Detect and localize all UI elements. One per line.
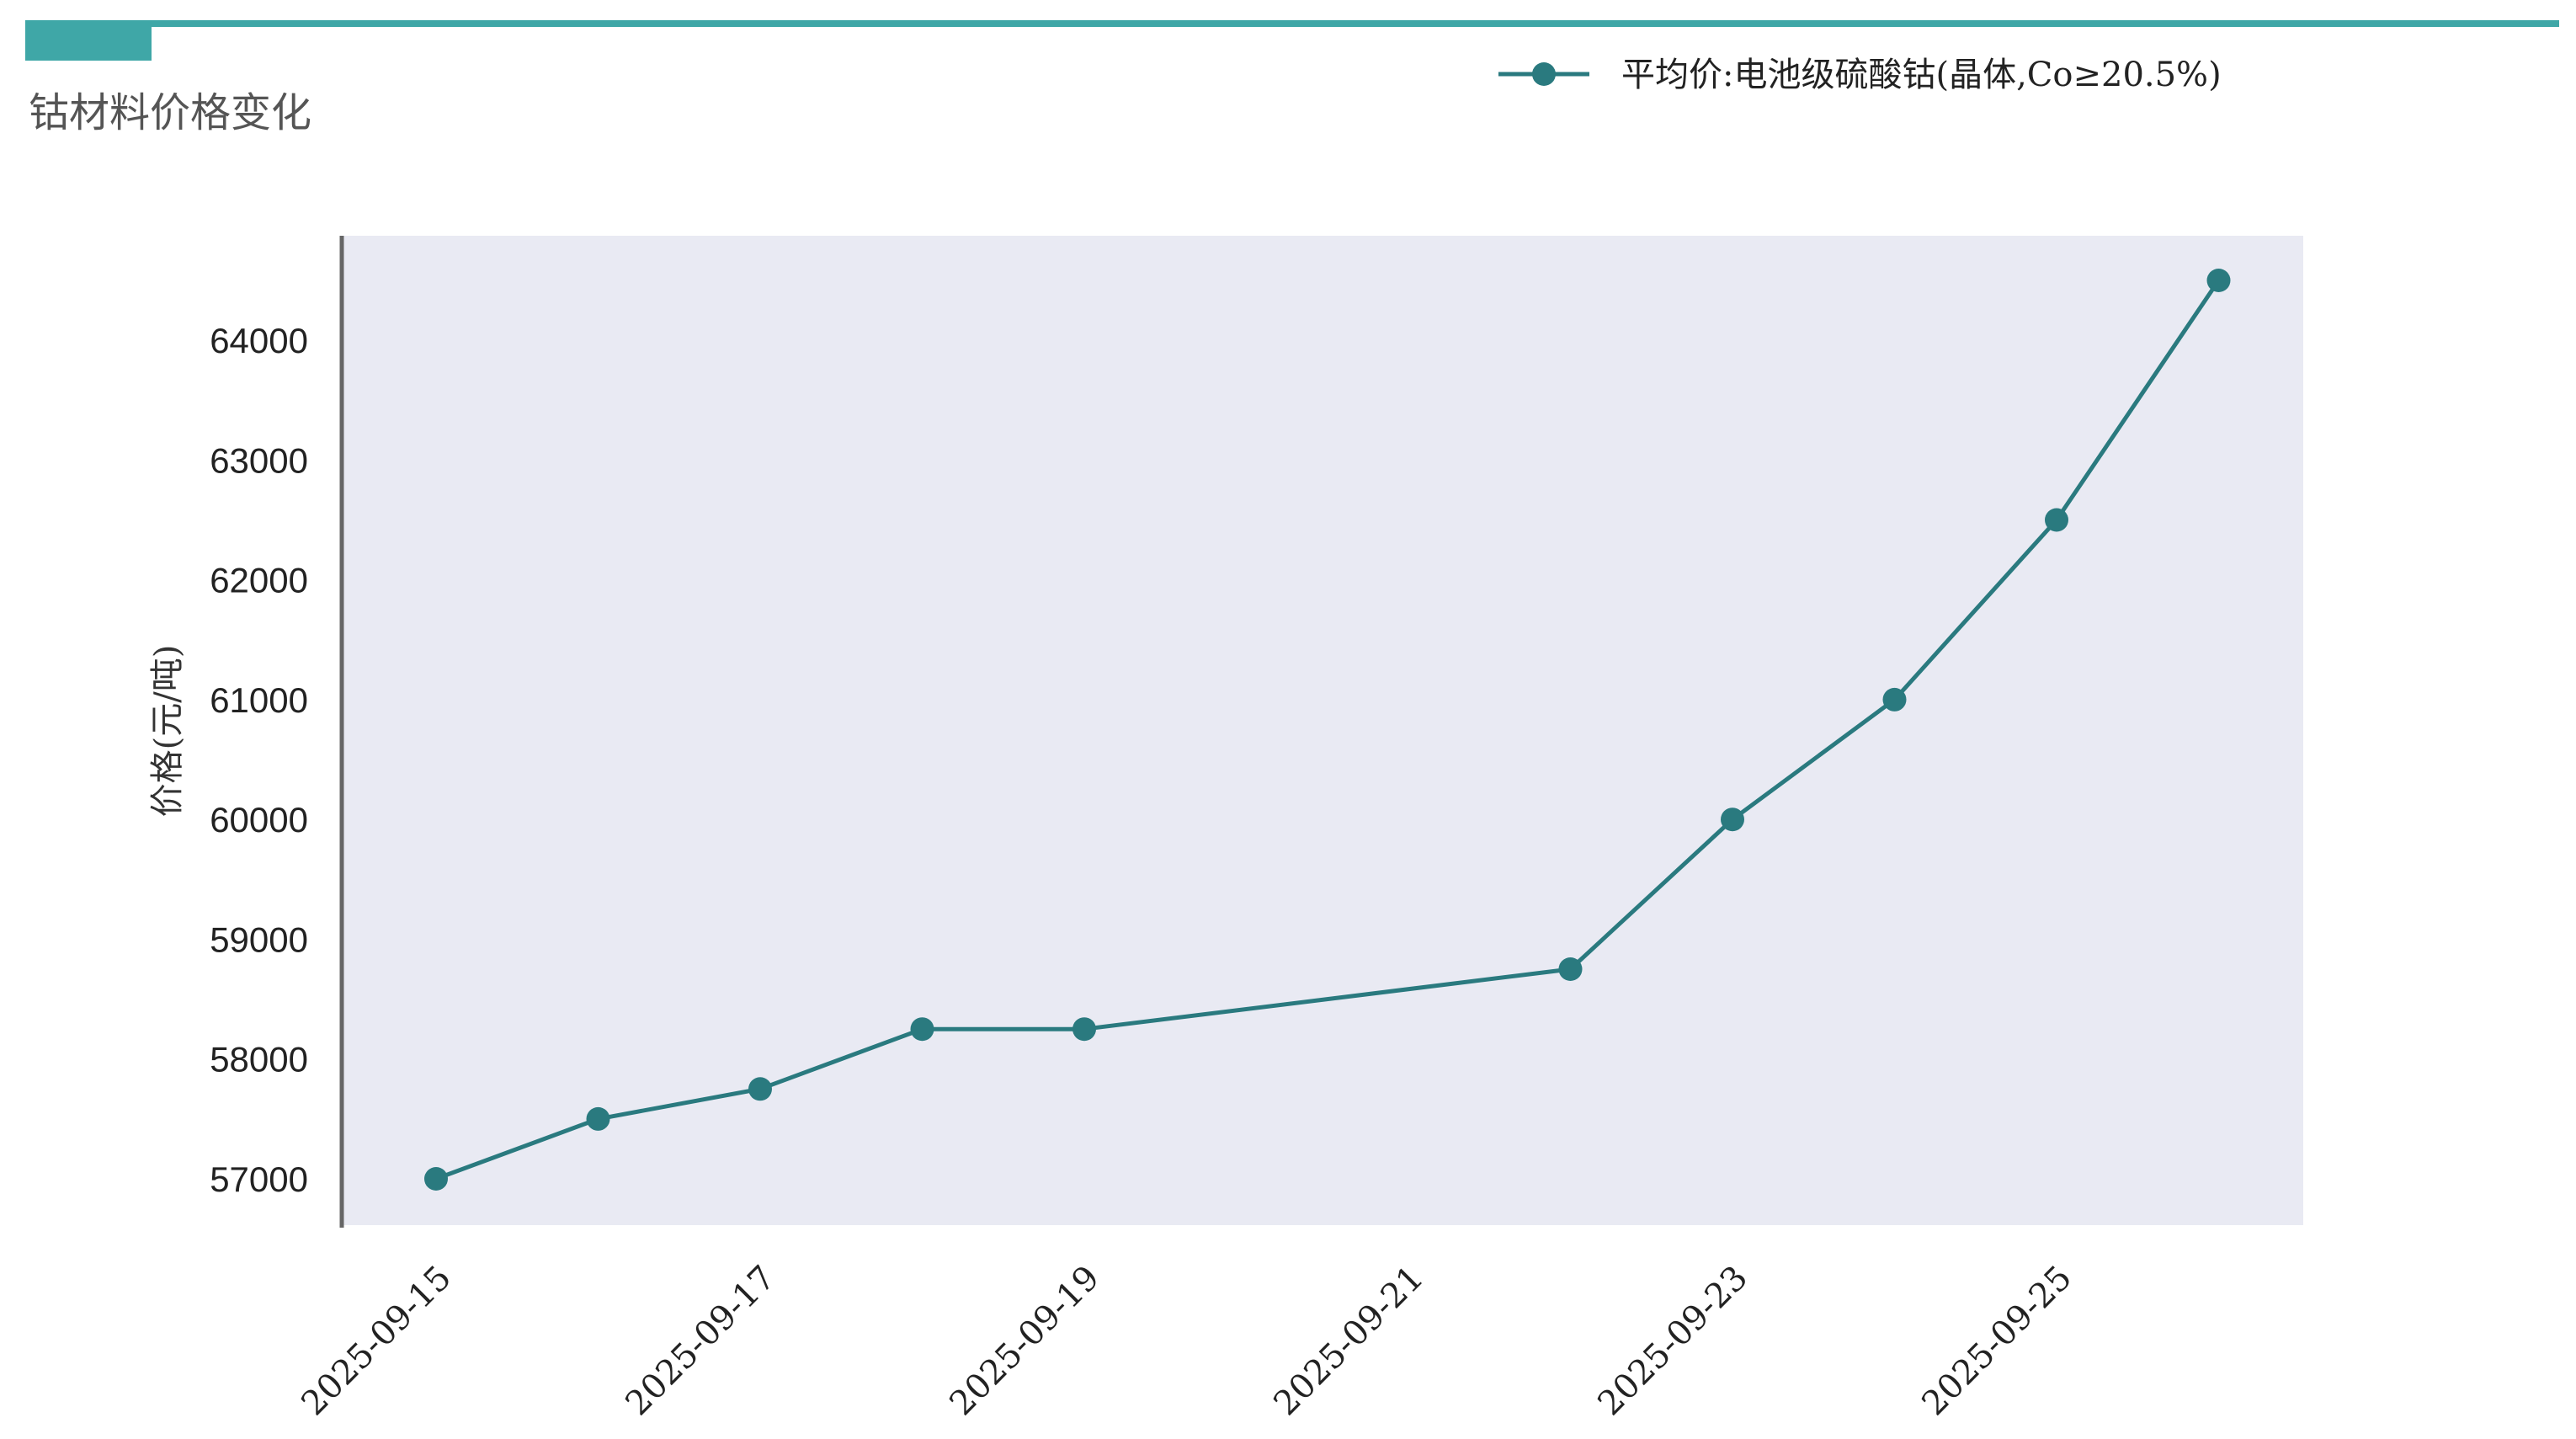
- y-tick-label: 58000: [210, 1040, 308, 1079]
- data-point: [424, 1167, 448, 1191]
- plot-area: [342, 236, 2303, 1225]
- chart: 钴材料价格变化 平均价:电池级硫酸钴(晶体,Co≥20.5%) 价格(元/吨) …: [25, 20, 2559, 1424]
- x-tick-label: 2025-09-23: [1590, 1259, 1755, 1424]
- y-tick-label: 61000: [210, 680, 308, 720]
- page-title: 钴材料价格变化: [29, 89, 311, 136]
- data-point: [586, 1106, 610, 1131]
- x-tick-label: 2025-09-15: [294, 1259, 459, 1424]
- x-tick-label: 2025-09-19: [942, 1259, 1107, 1424]
- legend-marker: [1532, 62, 1556, 86]
- data-point: [748, 1077, 772, 1101]
- header-accent-block: [25, 20, 152, 61]
- data-point: [910, 1017, 934, 1042]
- y-tick-label: 57000: [210, 1159, 308, 1199]
- legend-label: 平均价:电池级硫酸钴(晶体,Co≥20.5%): [1621, 56, 2222, 94]
- x-ticks: 2025-09-15 2025-09-17 2025-09-19 2025-09-21…: [294, 1259, 2079, 1424]
- data-point: [1882, 687, 1907, 712]
- y-tick-label: 63000: [210, 440, 308, 480]
- data-point: [2045, 508, 2068, 532]
- y-tick-label: 60000: [210, 800, 308, 839]
- y-tick-label: 64000: [210, 321, 308, 360]
- data-point: [2206, 269, 2231, 292]
- data-point: [1721, 807, 1744, 832]
- y-ticks: 57000 58000 59000 60000 61000 62000 63000 64000: [210, 321, 308, 1199]
- header-line: [25, 20, 2559, 27]
- x-tick-label: 2025-09-25: [1914, 1259, 2079, 1424]
- data-point: [1072, 1017, 1096, 1042]
- y-axis-label: 价格(元/吨): [148, 645, 187, 818]
- legend: 平均价:电池级硫酸钴(晶体,Co≥20.5%): [1498, 56, 2222, 94]
- data-point: [1558, 957, 1583, 981]
- y-tick-label: 59000: [210, 919, 308, 959]
- y-tick-label: 62000: [210, 561, 308, 600]
- x-tick-label: 2025-09-17: [618, 1259, 783, 1424]
- x-tick-label: 2025-09-21: [1266, 1259, 1431, 1424]
